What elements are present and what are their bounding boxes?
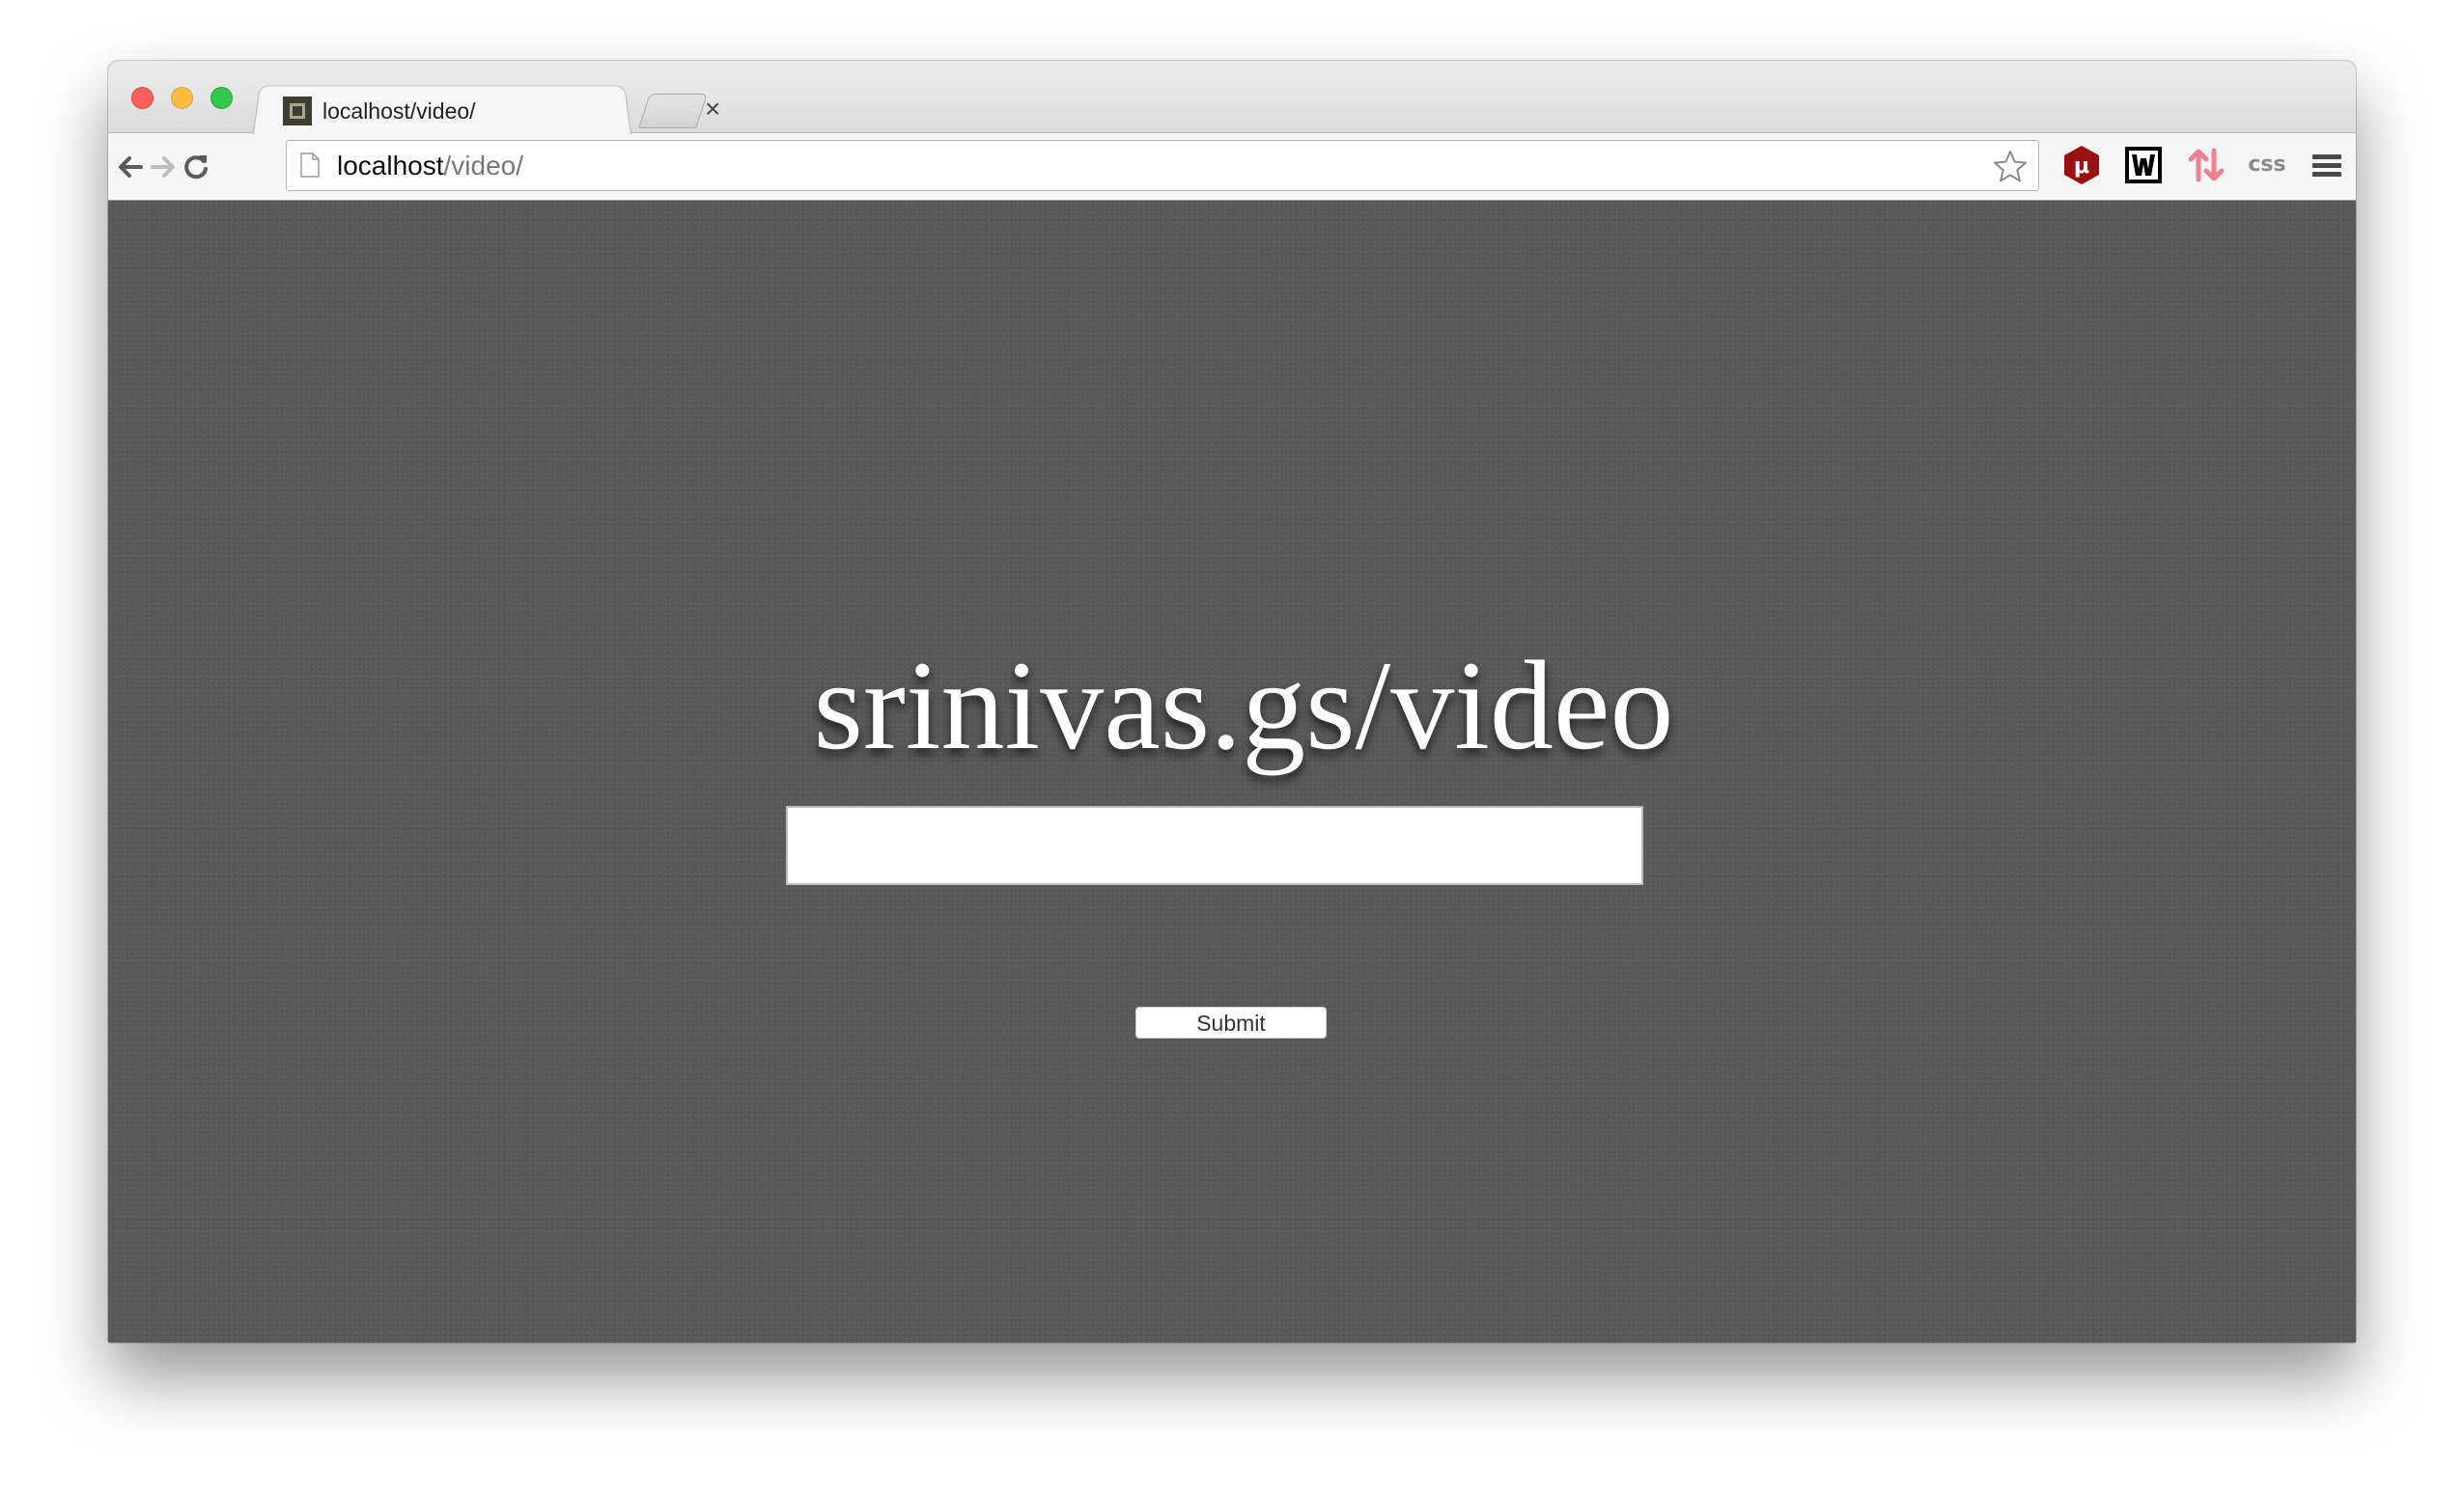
address-bar[interactable]: localhost/video/ [286,140,2039,191]
tab-close-icon[interactable]: × [705,93,720,125]
url-text: localhost/video/ [337,151,523,181]
page-title: srinivas.gs/video [108,633,2356,778]
tab-strip: localhost/video/ × [108,61,2356,134]
video-url-input[interactable] [786,806,1643,885]
url-host: localhost [337,151,444,180]
reload-icon[interactable] [174,145,218,189]
page-title-text: srinivas.gs/video [813,634,1674,776]
square-favicon-icon [283,97,312,125]
hamburger-menu-icon[interactable] [2305,143,2349,187]
css-extension-icon[interactable]: css [2245,143,2289,187]
url-path: /video/ [443,151,524,180]
active-tab-content[interactable]: localhost/video/ × [280,93,734,131]
svg-text:μ: μ [2074,154,2089,179]
page-content: srinivas.gs/video Submit [108,201,2356,1343]
browser-window: localhost/video/ × localhost/video/ μ cs… [108,61,2356,1343]
window-minimize-button[interactable] [171,87,193,109]
window-maximize-button[interactable] [210,87,233,109]
window-close-button[interactable] [131,87,154,109]
tab-title: localhost/video/ [322,98,476,124]
star-icon[interactable] [1992,149,2029,185]
browser-toolbar: localhost/video/ μ css [108,132,2356,201]
w-extension-icon[interactable] [2121,143,2166,187]
ublock-icon[interactable]: μ [2059,143,2104,187]
page-icon [300,153,320,178]
submit-button[interactable]: Submit [1135,1007,1327,1039]
transfer-arrows-icon[interactable] [2184,143,2228,187]
